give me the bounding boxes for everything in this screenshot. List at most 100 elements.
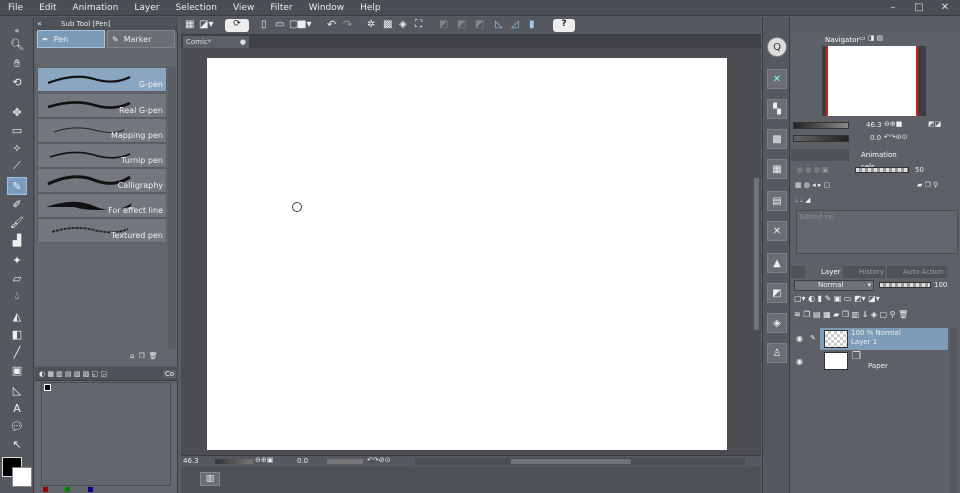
brush-item-turnip-pen[interactable]: Turnip pen xyxy=(37,143,167,168)
magnifier-tool-icon[interactable]: 🔍︎ xyxy=(7,35,27,53)
new-file-icon[interactable]: ▯ xyxy=(261,19,267,30)
onion-opacity-slider[interactable] xyxy=(855,167,909,173)
panel-tab-icons[interactable] xyxy=(791,149,849,161)
frame-tool-icon[interactable]: ▣ xyxy=(7,361,27,379)
menu-animation[interactable]: Animation xyxy=(65,0,127,16)
hand-tool-icon[interactable]: ✋︎ xyxy=(7,55,27,73)
material-pose-icon[interactable]: ♙ xyxy=(767,343,787,363)
auto-select-icon[interactable]: ✧ xyxy=(7,139,27,157)
color-set-tab[interactable]: Co xyxy=(162,369,176,378)
menu-edit[interactable]: Edit xyxy=(31,0,64,16)
color-dropdown-icon[interactable]: ■▾ xyxy=(297,19,311,30)
menu-selection[interactable]: Selection xyxy=(167,0,224,16)
gradient-tool-icon[interactable]: ◧ xyxy=(7,325,27,343)
grid-snap-icon[interactable]: ▮ xyxy=(529,19,535,30)
crop-icon[interactable]: ◩ xyxy=(457,19,466,30)
material-icon[interactable]: ✕ xyxy=(767,69,787,89)
layer-row-layer1[interactable]: 100 % Normal Layer 1 xyxy=(820,328,948,350)
tab-auto-action[interactable]: Auto Action xyxy=(887,266,947,278)
tab-layer[interactable]: Layer xyxy=(805,266,841,278)
pencil-tool-icon[interactable]: ✐ xyxy=(7,195,27,213)
clear-icon[interactable]: ▩ xyxy=(383,19,392,30)
sub-view-icon[interactable]: ▭ ◨ ▤ xyxy=(859,34,883,42)
ruler-tool-icon[interactable]: ◺ xyxy=(7,381,27,399)
material-texture-icon[interactable]: ◩ xyxy=(767,283,787,303)
eye-icon[interactable]: ◉ xyxy=(796,334,803,343)
layer-command-icons[interactable]: ≋ ❐ ▤ ▦ ▰ ❐ ▥ ⇓ ◈ ▢ ⚲ 🗑︎ xyxy=(794,310,908,319)
swatch-green[interactable] xyxy=(65,487,70,492)
balloon-tool-icon[interactable]: 💬︎ xyxy=(7,417,27,435)
grid-icon[interactable]: ▦ xyxy=(185,19,194,30)
rotation-readout[interactable]: 0.0 xyxy=(297,457,308,465)
navigator-zoom-icons[interactable]: ⊖⊕■ xyxy=(884,120,902,128)
swatch-red[interactable] xyxy=(43,487,48,492)
canvas-paper[interactable] xyxy=(207,58,727,450)
eyedropper-icon[interactable]: ⟋ xyxy=(7,157,27,175)
drop-icons[interactable]: 💧︎ 💧︎ ◢ xyxy=(795,196,810,205)
navigator-zoom-slider[interactable] xyxy=(793,122,849,129)
navigator-flip-icons[interactable]: ◩◪ xyxy=(928,120,941,128)
rotate-tool-icon[interactable]: ⟲ xyxy=(7,73,27,91)
onion-opacity-value[interactable]: 50 xyxy=(915,166,924,174)
decoration-tool-icon[interactable]: ✦ xyxy=(7,251,27,269)
text-tool-icon[interactable]: A xyxy=(7,399,27,417)
loading-icon[interactable]: ✲ xyxy=(367,19,375,30)
menu-view[interactable]: View xyxy=(225,0,262,16)
document-tab[interactable]: Comic* ● xyxy=(183,36,249,48)
navigator-zoom-readout[interactable]: 46.3 xyxy=(866,121,882,129)
blend-tool-icon[interactable]: 💧︎ xyxy=(7,287,27,305)
layer-opacity-value[interactable]: 100 xyxy=(934,281,947,289)
undo-icon[interactable]: ↶ xyxy=(327,18,336,31)
eraser-tool-icon[interactable]: ▱ xyxy=(7,269,27,287)
airbrush-icon[interactable]: ▟ xyxy=(7,231,27,249)
panel-menu-icon[interactable] xyxy=(791,266,805,278)
brush-tool-icon[interactable]: 🖌︎ xyxy=(7,213,27,231)
layer-row-paper[interactable]: ❐ Paper xyxy=(820,351,948,373)
correct-line-tool-icon[interactable]: ↖ xyxy=(7,435,27,453)
material-pattern-icon[interactable]: ▩ xyxy=(767,129,787,149)
material-image-icon[interactable]: ▲ xyxy=(767,253,787,273)
minimize-icon[interactable]: – xyxy=(882,1,904,15)
material-frame-icon[interactable]: ▤ xyxy=(767,191,787,211)
sub-tool-tab-marker[interactable]: ✎ Marker xyxy=(107,30,175,48)
brush-item-real-g-pen[interactable]: Real G-pen xyxy=(37,93,167,118)
menu-layer[interactable]: Layer xyxy=(126,0,167,16)
material-tone-icon[interactable]: ▦ xyxy=(767,159,787,179)
brush-item-g-pen[interactable]: G-pen xyxy=(37,67,167,92)
layer-property-icons[interactable]: ▢▾ ◐ ▮ ✎ ▣ ▭ ◩▾ ◪▾ xyxy=(794,294,880,303)
deselect-icon[interactable]: ◩ xyxy=(439,19,448,30)
animation-buttons-icons[interactable]: ▦ ◍ ◂ ▸ ▢ xyxy=(795,181,830,189)
navigator-canvas-preview[interactable] xyxy=(826,46,918,116)
open-file-icon[interactable]: ▭ xyxy=(275,19,284,30)
layer-opacity-slider[interactable] xyxy=(879,282,931,288)
animation-cels-tab[interactable]: Animation cels xyxy=(849,149,907,171)
pen-tool-icon[interactable]: ✎ xyxy=(7,177,27,195)
canvas-scroll-thumb[interactable] xyxy=(754,178,759,330)
navigator-rotation-slider[interactable] xyxy=(793,135,849,142)
layer-list-scrollbar[interactable] xyxy=(950,328,958,493)
menu-filter[interactable]: Filter xyxy=(262,0,300,16)
swatch-blue[interactable] xyxy=(88,487,93,492)
sub-tool-tab-pen[interactable]: ✒ Pen xyxy=(37,30,105,48)
timeline-toggle-icon[interactable]: ▥ xyxy=(200,472,220,486)
material-folder-icon[interactable]: ▚ xyxy=(767,99,787,119)
navigator-tab[interactable]: Navigator xyxy=(809,34,859,46)
material-effect-icon[interactable]: ✕ xyxy=(767,221,787,241)
menu-file[interactable]: File xyxy=(0,0,31,16)
eye-icon[interactable]: ◉ xyxy=(796,357,803,366)
horizontal-scroll-thumb[interactable] xyxy=(511,459,631,464)
animation-folder-icons[interactable]: ▰ ❐ ⚲ xyxy=(917,181,938,189)
material-3d-icon[interactable]: ◈ xyxy=(767,313,787,333)
animation-tools-icons[interactable]: ◍ ◍ ◍ ▣ xyxy=(797,166,829,174)
fill-tool-icon[interactable]: ◭ xyxy=(7,307,27,325)
transform-icon[interactable]: ◪▾ xyxy=(199,19,213,30)
redo-icon[interactable]: ↷ xyxy=(343,18,352,31)
navigator-rotation-readout[interactable]: 0.0 xyxy=(870,134,881,142)
color-wheel-tab-icon[interactable]: ◐ ▦ ▥ ▤ ▧ ▨ ◱ ◲ xyxy=(39,370,107,378)
trash-icon[interactable]: 🗑︎ xyxy=(149,352,158,364)
zoom-slider[interactable] xyxy=(215,459,253,464)
close-icon[interactable]: ✕ xyxy=(934,1,956,15)
sub-color-swatch[interactable] xyxy=(12,467,32,487)
menu-help[interactable]: Help xyxy=(352,0,389,16)
invert-icon[interactable]: ◩ xyxy=(475,19,484,30)
